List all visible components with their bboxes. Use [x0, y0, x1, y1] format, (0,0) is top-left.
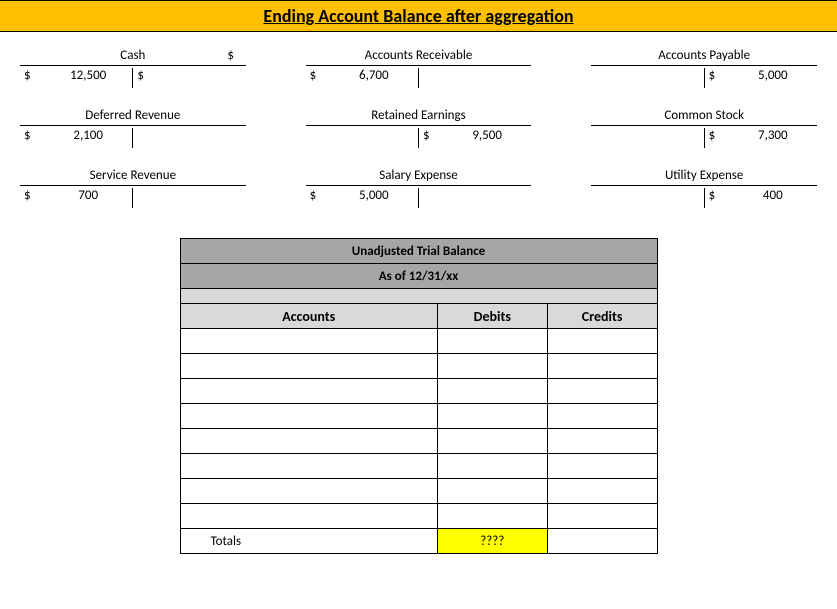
credit-value: 2,100 [44, 128, 132, 143]
t-account-retained-earnings: Retained Earnings $ 9,500 [306, 106, 532, 148]
totals-credits [547, 529, 657, 554]
t-account-deferred-revenue: Deferred Revenue $ 2,100 [20, 106, 246, 148]
t-accounts-grid: Cash $ $ 12,500 $ Accounts Receivable $ … [0, 32, 837, 208]
account-name: Service Revenue [50, 168, 216, 183]
t-account-common-stock: Common Stock $ 7,300 [591, 106, 817, 148]
t-account-accounts-receivable: Accounts Receivable $ 6,700 [306, 46, 532, 88]
table-row [180, 354, 657, 379]
totals-debits: ???? [437, 529, 547, 554]
t-account-cash: Cash $ $ 12,500 $ [20, 46, 246, 88]
column-header-debits: Debits [437, 304, 547, 329]
currency-symbol: $ [20, 188, 44, 203]
t-account-utility-expense: Utility Expense $ 400 [591, 166, 817, 208]
table-row [180, 404, 657, 429]
credit-value: 7,300 [729, 128, 817, 143]
account-name: Common Stock [621, 108, 787, 123]
column-header-credits: Credits [547, 304, 657, 329]
table-row [180, 429, 657, 454]
spacer-row [180, 289, 657, 304]
trial-balance-subtitle: As of 12/31/xx [180, 264, 657, 289]
table-row [180, 504, 657, 529]
currency-symbol: $ [705, 68, 729, 83]
currency-symbol: $ [705, 188, 729, 203]
currency-symbol: $ [306, 188, 330, 203]
page-title: Ending Account Balance after aggregation [0, 0, 837, 32]
account-name: Deferred Revenue [50, 108, 216, 123]
trial-balance-table: Unadjusted Trial Balance As of 12/31/xx … [180, 238, 658, 554]
currency-symbol: $ [705, 128, 729, 143]
t-account-accounts-payable: Accounts Payable $ 5,000 [591, 46, 817, 88]
credit-value: 5,000 [729, 68, 817, 83]
table-row [180, 454, 657, 479]
account-name: Accounts Receivable [336, 48, 502, 63]
column-header-accounts: Accounts [180, 304, 437, 329]
t-account-salary-expense: Salary Expense $ 5,000 [306, 166, 532, 208]
t-account-service-revenue: Service Revenue $ 700 [20, 166, 246, 208]
currency-symbol: $ [20, 68, 44, 83]
trial-balance-title: Unadjusted Trial Balance [180, 239, 657, 264]
currency-symbol: $ [419, 128, 443, 143]
currency-symbol: $ [133, 68, 157, 83]
table-row [180, 479, 657, 504]
account-name: Cash [50, 48, 216, 63]
account-header-right: $ [216, 48, 246, 63]
account-name: Salary Expense [336, 168, 502, 183]
debit-value: 6,700 [330, 68, 418, 83]
credit-value: 9,500 [443, 128, 531, 143]
table-row [180, 329, 657, 354]
currency-symbol: $ [306, 68, 330, 83]
credit-value: 700 [44, 188, 132, 203]
debit-value: 400 [729, 188, 817, 203]
totals-row: Totals ???? [180, 529, 657, 554]
currency-symbol: $ [20, 128, 44, 143]
account-name: Accounts Payable [621, 48, 787, 63]
debit-value: 12,500 [44, 68, 132, 83]
totals-label: Totals [180, 529, 437, 554]
account-name: Utility Expense [621, 168, 787, 183]
table-row [180, 379, 657, 404]
account-name: Retained Earnings [336, 108, 502, 123]
debit-value: 5,000 [330, 188, 418, 203]
